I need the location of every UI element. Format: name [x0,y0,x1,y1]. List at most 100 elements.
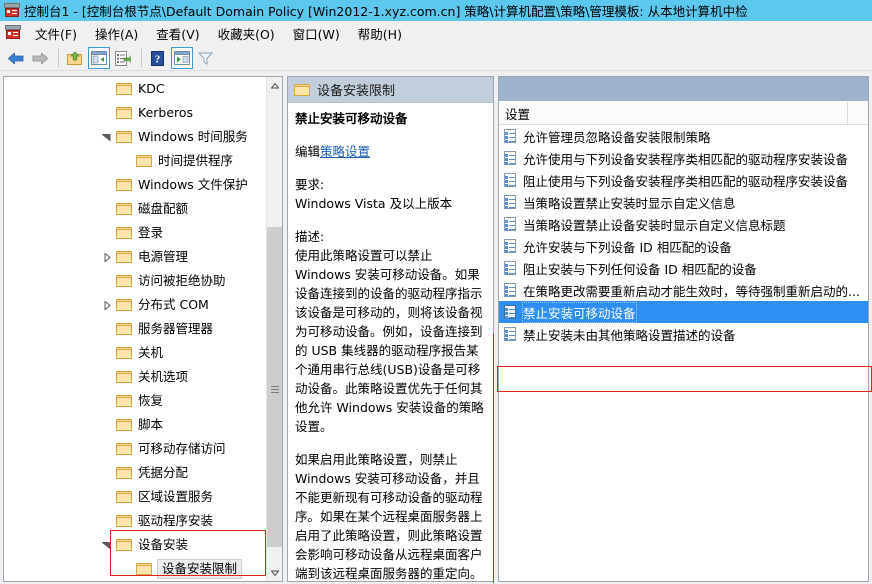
folder-icon [116,82,133,96]
folder-icon [116,106,133,120]
tree-item[interactable]: 登录 [4,221,268,245]
settings-row[interactable]: 在策略更改需要重新启动才能生效时，等待强制重新启动的... [499,279,868,301]
tree-item[interactable]: 服务器管理器 [4,317,268,341]
tree-item-label: 恢复 [138,393,164,408]
folder-icon [116,346,133,360]
settings-row[interactable]: 允许使用与下列设备安装程序类相匹配的驱动程序安装设备 [499,147,868,169]
tree-item[interactable]: 设备安装 [4,533,268,557]
settings-row[interactable]: 当策略设置禁止安装时显示自定义信息 [499,191,868,213]
menu-action[interactable]: 操作(A) [86,21,147,46]
folder-icon [136,562,153,576]
filter-button[interactable] [195,47,217,69]
menu-help[interactable]: 帮助(H) [349,21,411,46]
tree-item-label: 登录 [138,225,164,240]
settings-row-label: 阻止安装与下列任何设备 ID 相匹配的设备 [523,261,757,277]
tree-item[interactable]: 电源管理 [4,245,268,269]
tree-item[interactable]: Kerberos [4,101,268,125]
settings-row[interactable]: 允许管理员忽略设备安装限制策略 [499,125,868,147]
tree-item[interactable]: Windows 文件保护 [4,173,268,197]
policy-setting-icon [503,327,517,341]
tree-item[interactable]: 访问被拒绝协助 [4,269,268,293]
tree-item[interactable]: Windows 时间服务 [4,125,268,149]
toolbar: ? [0,45,872,71]
show-hide-console-tree-button[interactable] [88,46,110,69]
settings-column-header[interactable]: 设置 [499,102,868,125]
tree-item-label: 凭据分配 [138,465,189,480]
policy-setting-icon [503,173,517,187]
description-paragraph-1: 使用此策略设置可以禁止 Windows 安装可移动设备。如果设备连接到的设备的驱… [295,248,484,434]
settings-row[interactable]: 禁止安装未由其他策略设置描述的设备 [499,323,868,345]
column-header-state[interactable] [848,102,868,124]
description-block: 描述: 使用此策略设置可以禁止 Windows 安装可移动设备。如果设备连接到的… [295,227,485,436]
tree-item[interactable]: KDC [4,77,268,101]
help-button[interactable]: ? [147,47,169,69]
settings-row-label: 允许安装与下列设备 ID 相匹配的设备 [523,239,732,255]
folder-icon [116,202,133,216]
tree-scrollbar[interactable] [266,77,282,581]
folder-icon [294,83,311,97]
folder-icon [116,538,133,552]
settings-row[interactable]: 禁止安装可移动设备 [499,301,868,323]
policy-setting-icon [503,129,517,143]
settings-row[interactable]: 允许安装与下列设备 ID 相匹配的设备 [499,235,868,257]
scroll-thumb[interactable] [267,227,282,547]
tree-item[interactable]: 恢复 [4,389,268,413]
filter-funnel-icon [198,51,214,66]
policy-setting-icon [503,261,517,275]
policy-setting-icon [503,217,517,231]
menu-view[interactable]: 查看(V) [147,21,208,46]
tree-item-label: 设备安装限制 [157,559,243,579]
tree-item[interactable]: 时间提供程序 [4,149,268,173]
console-tree[interactable]: KDC Kerberos Windows 时间服务 时间提供程序 Windows 文件保… [4,77,268,581]
settings-row-label: 允许使用与下列设备安装程序类相匹配的驱动程序安装设备 [523,151,849,167]
export-list-button[interactable] [112,47,134,69]
help-pane-header-label: 设备安装限制 [317,84,396,99]
tree-item[interactable]: 脚本 [4,413,268,437]
settings-row[interactable]: 阻止使用与下列设备安装程序类相匹配的驱动程序安装设备 [499,169,868,191]
menu-file[interactable]: 文件(F) [26,21,86,46]
folder-icon [116,394,133,408]
window-title: 控制台1 - [控制台根节点\Default Domain Policy [Wi… [24,4,748,19]
back-button[interactable] [5,47,27,69]
folder-icon [136,154,153,168]
tree-item[interactable]: 区域设置服务 [4,485,268,509]
tree-item-label: 驱动程序安装 [138,513,214,528]
forward-button[interactable] [29,47,51,69]
settings-row[interactable]: 阻止安装与下列任何设备 ID 相匹配的设备 [499,257,868,279]
scroll-up-arrow[interactable] [267,77,282,94]
chevron-down-icon[interactable] [100,533,116,557]
chevron-right-icon[interactable] [100,245,116,269]
tree-item[interactable]: 分布式 COM [4,293,268,317]
folder-icon [116,274,133,288]
policy-setting-icon [503,239,517,253]
scroll-down-arrow[interactable] [267,564,282,581]
tree-item[interactable]: 磁盘配额 [4,197,268,221]
tree-item[interactable]: 驱动程序安装 [4,509,268,533]
tree-item[interactable]: 可移动存储访问 [4,437,268,461]
requirement-block: 要求: Windows Vista 及以上版本 [295,175,485,213]
settings-pane-banner [499,77,868,102]
extended-help-pane: 设备安装限制 禁止安装可移动设备 编辑策略设置 要求: Windows Vist… [287,76,494,582]
tree-item[interactable]: 关机 [4,341,268,365]
svg-text:?: ? [155,53,161,65]
tree-item[interactable]: 凭据分配 [4,461,268,485]
column-header-setting[interactable]: 设置 [499,102,848,124]
edit-policy-link[interactable]: 策略设置 [320,144,370,159]
settings-list[interactable]: 允许管理员忽略设备安装限制策略允许使用与下列设备安装程序类相匹配的驱动程序安装设… [499,125,868,345]
menu-window[interactable]: 窗口(W) [284,21,349,46]
scroll-grip-icon [271,384,279,393]
chevron-right-icon[interactable] [100,293,116,317]
tree-item[interactable]: 关机选项 [4,365,268,389]
properties-button[interactable] [171,46,193,69]
chevron-down-icon[interactable] [100,125,116,149]
up-folder-button[interactable] [64,47,86,69]
folder-icon [116,130,133,144]
menu-favorites[interactable]: 收藏夹(O) [209,21,284,46]
settings-row[interactable]: 当策略设置禁止设备安装时显示自定义信息标题 [499,213,868,235]
tree-item[interactable]: 设备安装限制 [4,557,268,581]
